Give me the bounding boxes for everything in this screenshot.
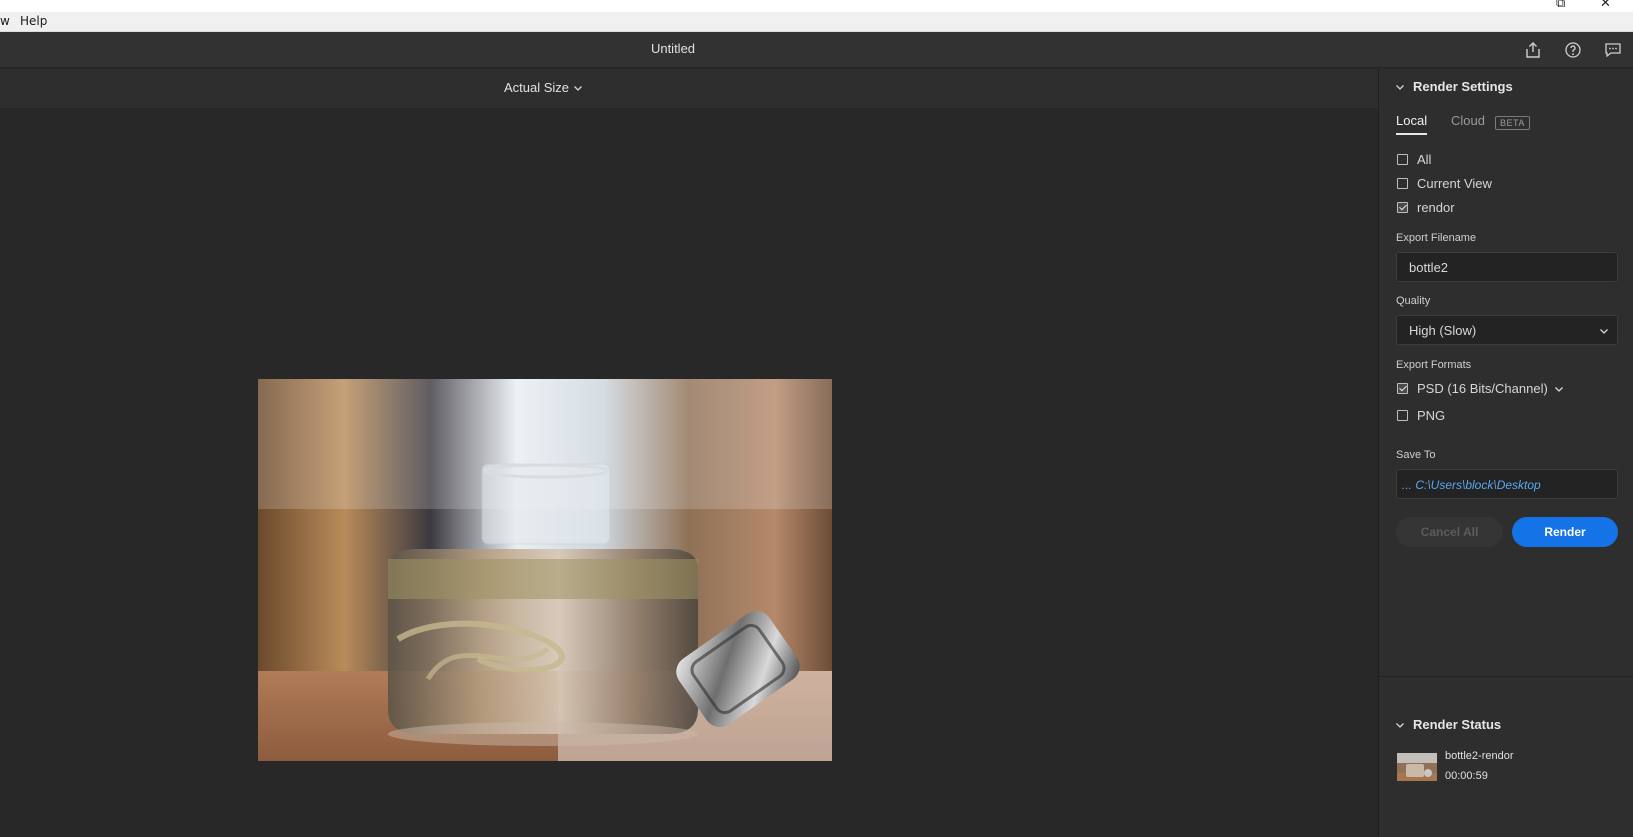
chevron-down-icon [1396,722,1404,728]
format-psd[interactable]: PSD (16 Bits/Channel) [1397,381,1564,396]
feedback-icon[interactable] [1603,40,1623,60]
export-formats-label: Export Formats [1396,359,1472,371]
chevron-down-icon [574,85,583,91]
render-status-item-time: 00:00:59 [1445,770,1488,782]
quality-select[interactable]: High (Slow) [1396,315,1618,345]
render-status-header[interactable]: Render Status [1395,717,1501,732]
save-to-path[interactable]: ... C:\Users\block\Desktop [1396,469,1618,499]
tab-cloud[interactable]: Cloud [1451,113,1485,128]
menu-bar: w Help [0,12,1633,32]
help-icon[interactable] [1563,40,1583,60]
format-png[interactable]: PNG [1397,408,1445,423]
panel-divider [1379,676,1633,677]
checkbox-psd[interactable] [1397,383,1408,394]
chevron-down-icon[interactable] [1554,384,1564,394]
render-status-title: Render Status [1413,717,1502,732]
export-filename-label: Export Filename [1396,232,1477,244]
render-status-thumbnail[interactable] [1397,753,1437,781]
option-rendor[interactable]: rendor [1397,200,1455,215]
chevron-down-icon [1396,84,1404,90]
tab-local-underline [1396,133,1427,135]
beta-badge: BETA [1495,116,1530,130]
close-window-icon[interactable]: ✕ [1600,0,1611,11]
menu-item-help[interactable]: Help [20,14,47,28]
render-settings-header[interactable]: Render Settings [1395,79,1513,94]
view-toolbar: Actual Size [0,69,1378,109]
quality-value: High (Slow) [1409,323,1477,338]
render-settings-panel: Render Settings Local Cloud BETA All Cur… [1378,69,1633,837]
checkbox-current-view[interactable] [1397,178,1408,189]
checkbox-all[interactable] [1397,154,1408,165]
title-bar: Untitled [0,32,1633,68]
document-title: Untitled [650,41,696,56]
option-all-label: All [1417,152,1432,167]
quality-label: Quality [1396,295,1431,307]
window-top-strip: ⧉ ✕ [0,0,1633,12]
format-psd-label: PSD (16 Bits/Channel) [1417,381,1548,396]
share-icon[interactable] [1523,40,1543,60]
option-current-view[interactable]: Current View [1397,176,1492,191]
render-preview-image [258,379,832,761]
tab-local[interactable]: Local [1396,113,1427,128]
export-filename-input[interactable]: bottle2 [1396,252,1618,282]
zoom-dropdown[interactable]: Actual Size [504,80,583,95]
chevron-down-icon [1600,329,1608,334]
restore-window-icon[interactable]: ⧉ [1556,0,1565,11]
checkbox-rendor[interactable] [1397,202,1408,213]
menu-item-window[interactable]: w [0,14,10,28]
save-to-label: Save To [1396,449,1436,461]
option-rendor-label: rendor [1417,200,1455,215]
render-settings-title: Render Settings [1413,79,1513,94]
cancel-all-button[interactable]: Cancel All [1396,517,1503,547]
render-status-item-name: bottle2-rendor [1445,750,1514,762]
render-button[interactable]: Render [1512,517,1618,547]
zoom-label: Actual Size [504,80,570,95]
option-all[interactable]: All [1397,152,1431,167]
checkbox-png[interactable] [1397,410,1408,421]
option-current-view-label: Current View [1417,176,1492,191]
format-png-label: PNG [1417,408,1446,423]
